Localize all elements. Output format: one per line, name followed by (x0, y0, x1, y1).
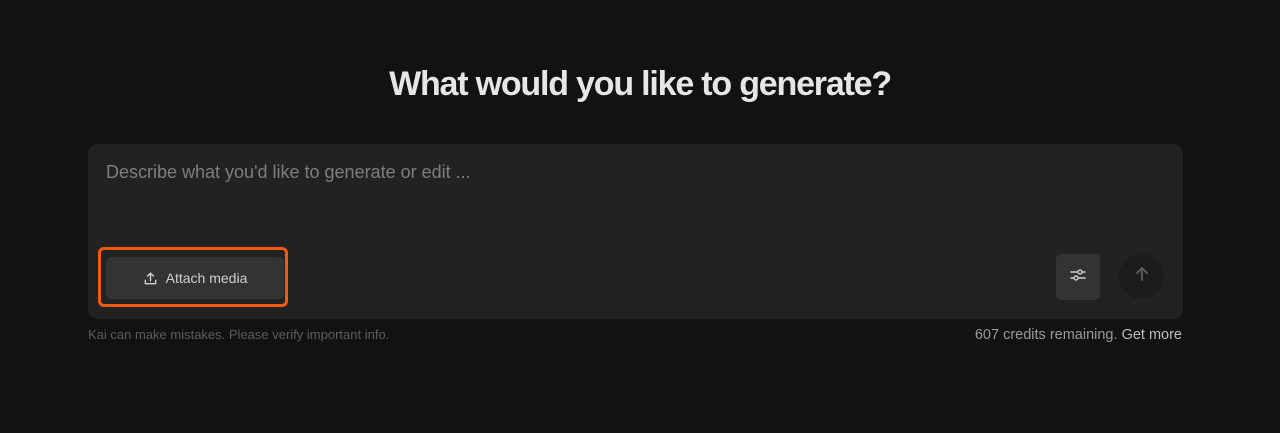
sliders-icon (1069, 266, 1087, 289)
credits-remaining: 607 credits remaining. (974, 327, 1118, 343)
arrow-up-icon (1133, 265, 1151, 288)
prompt-input[interactable] (106, 162, 1156, 222)
prompt-composer: Attach media (88, 144, 1183, 319)
get-more-link[interactable]: Get more (1122, 327, 1182, 343)
page: What would you like to generate? Attach … (0, 0, 1280, 433)
settings-button[interactable] (1056, 254, 1100, 300)
upload-icon (143, 271, 158, 286)
attach-media-button[interactable]: Attach media (106, 257, 284, 299)
page-title: What would you like to generate? (389, 65, 892, 103)
attach-media-label: Attach media (165, 270, 248, 286)
disclaimer-text: Kai can make mistakes. Please verify imp… (88, 327, 390, 342)
send-button[interactable] (1119, 254, 1164, 299)
credits-info: 607 credits remaining. Get more (975, 326, 1182, 344)
